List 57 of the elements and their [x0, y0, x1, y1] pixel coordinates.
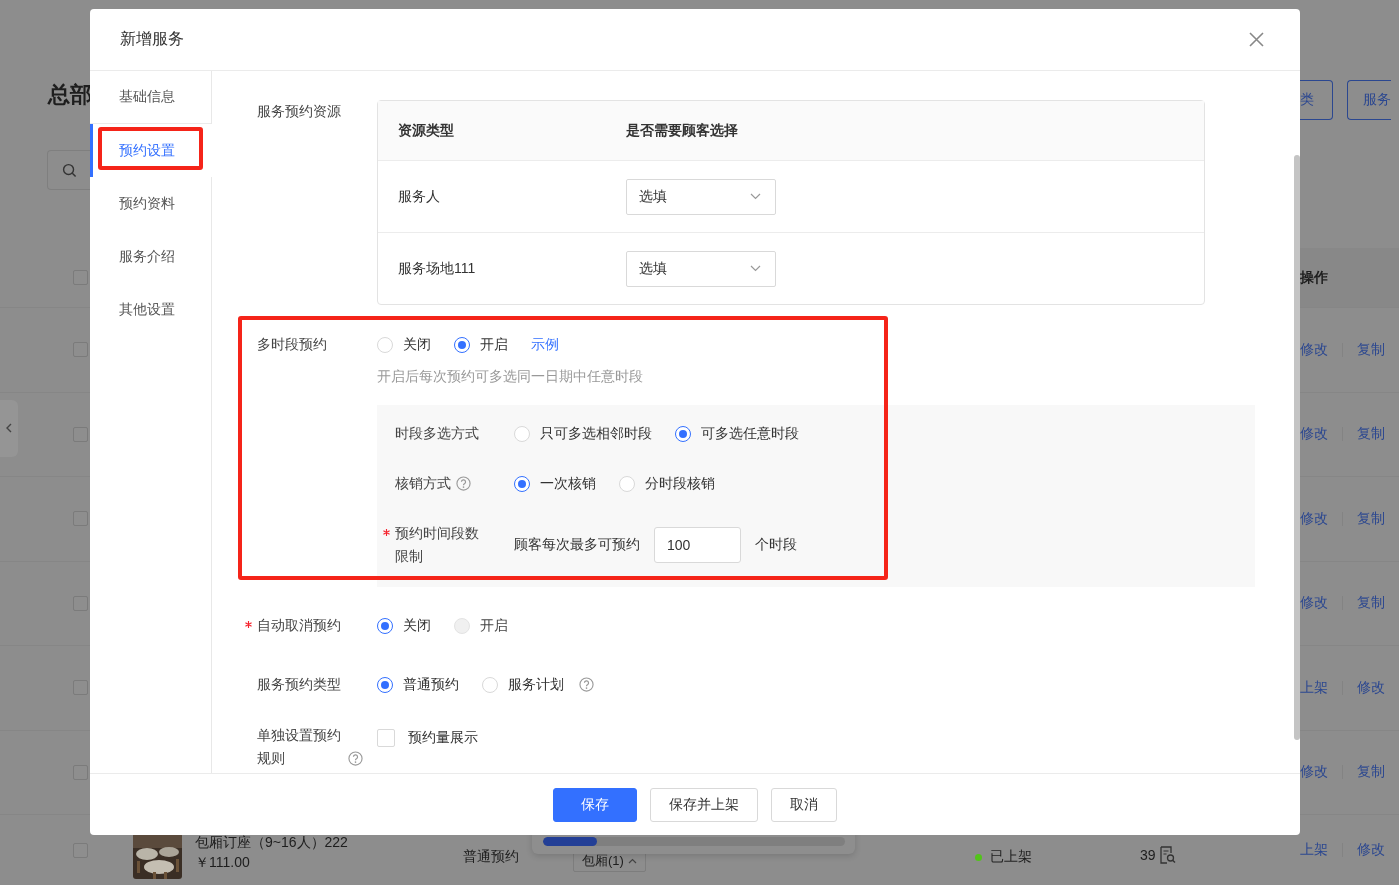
option-label[interactable]: 分时段核销 — [645, 472, 715, 495]
table-cell-text: 普通预约 — [463, 848, 520, 866]
document-search-icon[interactable] — [1158, 846, 1176, 864]
collapse-handle[interactable] — [0, 399, 18, 457]
radio[interactable] — [514, 475, 530, 492]
column-header: 操作 — [1300, 268, 1328, 287]
field-label: 预约时间段数限制 — [395, 525, 479, 564]
field-label: 核销方式 — [395, 474, 451, 493]
field-label: 服务预约类型 — [257, 676, 341, 692]
chevron-left-icon — [6, 423, 12, 433]
search-icon — [62, 162, 77, 178]
option-label[interactable]: 开启 — [480, 333, 508, 356]
table-cell-text: 服务人 — [397, 187, 441, 206]
option-label[interactable]: 关闭 — [403, 614, 431, 637]
status-text: 已上架 — [990, 848, 1032, 866]
number-input[interactable]: 100 — [654, 527, 741, 563]
select-field[interactable]: 选填 — [626, 250, 776, 287]
column-header: 资源类型 — [397, 121, 455, 140]
option-label[interactable]: 一次核销 — [540, 472, 596, 495]
hint-text: 开启后每次预约可多选同一日期中任意时段 — [377, 367, 644, 386]
column-header: 是否需要顾客选择 — [626, 121, 738, 140]
caret-icon — [627, 858, 637, 864]
option-label[interactable]: 可多选任意时段 — [701, 422, 799, 445]
field-label: 服务预约资源 — [257, 103, 341, 119]
save-button[interactable]: 保存 — [553, 787, 637, 822]
field-label: 多时段预约 — [257, 336, 327, 352]
help-icon[interactable] — [579, 677, 594, 692]
close-icon[interactable] — [1249, 32, 1264, 47]
option-label[interactable]: 普通预约 — [403, 673, 459, 696]
count-text: 39 — [1140, 847, 1156, 863]
chevron-down-icon — [750, 265, 761, 272]
field-text: 个时段 — [755, 536, 797, 554]
scrollbar[interactable] — [1294, 155, 1300, 740]
option-label[interactable]: 服务计划 — [508, 673, 564, 696]
field-label: 时段多选方式 — [395, 425, 479, 441]
example-link[interactable]: 示例 — [531, 333, 559, 356]
radio[interactable] — [675, 425, 691, 442]
help-icon[interactable] — [348, 751, 363, 766]
option-label[interactable]: 关闭 — [403, 333, 431, 356]
action-button[interactable]: 保存并上架 — [650, 787, 758, 822]
radio[interactable] — [377, 676, 393, 693]
table-cell-text: 服务场地111 — [397, 259, 477, 278]
service-price: ￥111.00 — [195, 854, 251, 872]
help-icon[interactable] — [456, 476, 471, 491]
field-label: 自动取消预约 — [257, 617, 341, 633]
select-field[interactable]: 选填 — [626, 178, 776, 215]
option-label[interactable]: 只可多选相邻时段 — [540, 422, 652, 445]
option-label[interactable]: 预约量展示 — [408, 726, 478, 749]
field-label: 单独设置预约规则 — [257, 726, 342, 768]
radio[interactable] — [454, 336, 470, 353]
chevron-down-icon — [750, 193, 761, 200]
field-text: 顾客每次最多可预约 — [514, 536, 640, 554]
dialog-title: 新增服务 — [120, 29, 184, 49]
radio[interactable] — [377, 617, 393, 634]
action-button[interactable]: 取消 — [771, 787, 837, 822]
page-title: 总部 — [48, 81, 92, 109]
service-name: 包厢订座（9~16人）222 — [195, 834, 349, 852]
